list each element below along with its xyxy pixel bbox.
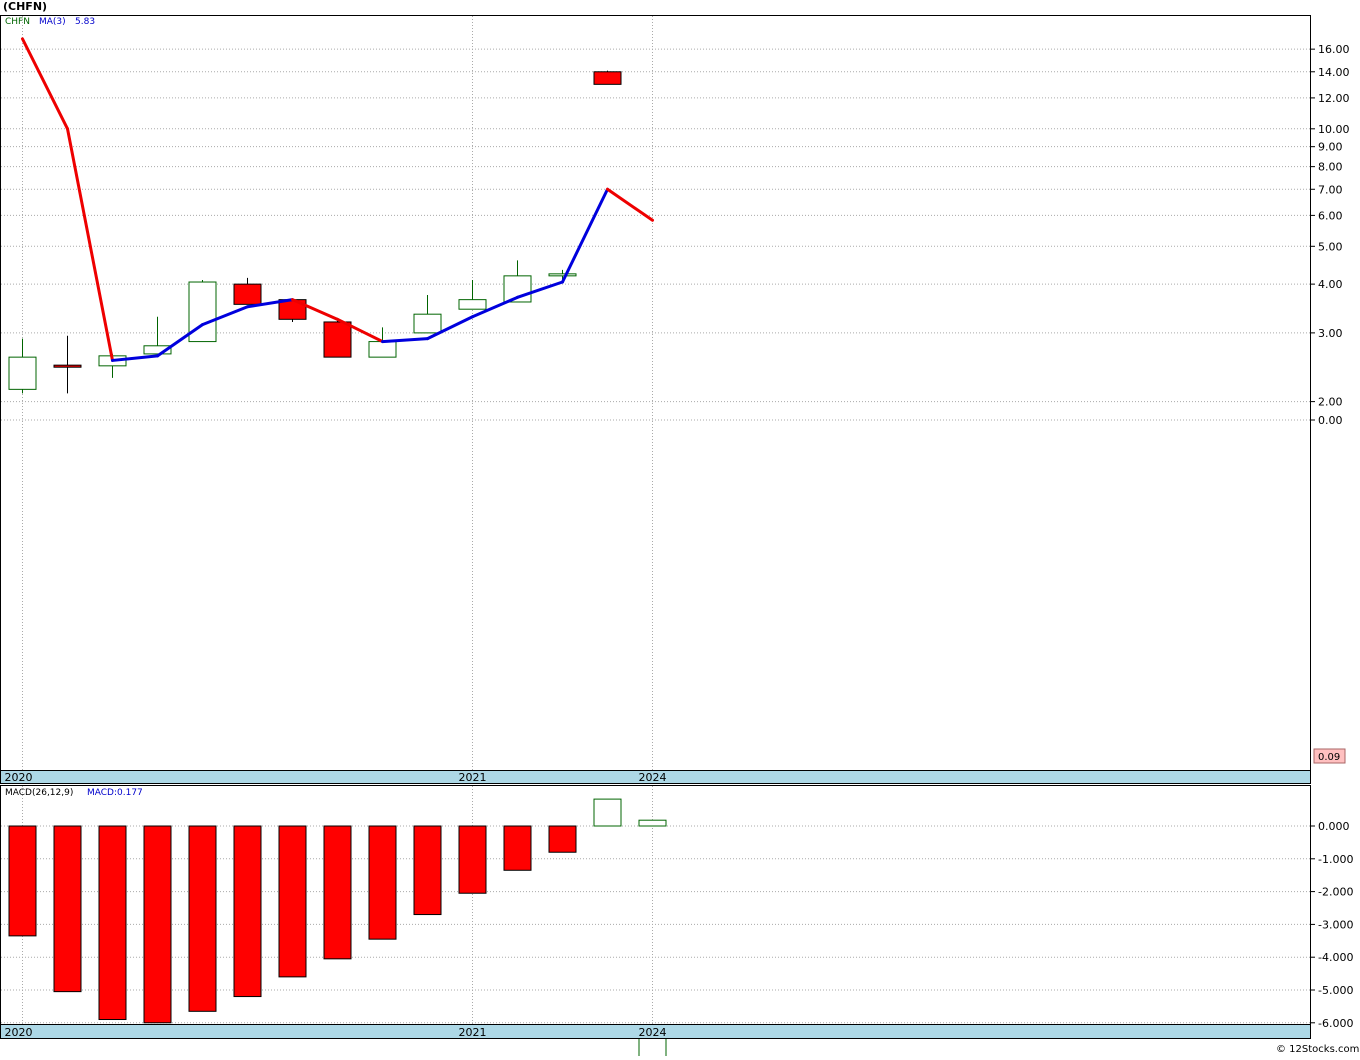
candle-up — [548, 273, 577, 277]
macd-y-tick-label: -6.000 — [1318, 1017, 1353, 1030]
macd-bar-negative — [233, 825, 262, 998]
macd-y-axis: 0.000 -1.000 -2.000 -3.000 -4.000 -5.000 -6.00… — [1310, 820, 1353, 1030]
legend-ma-label: MA(3) — [39, 17, 66, 27]
price-y-tick-label: 10.00 — [1318, 123, 1350, 136]
price-y-tick-label: 0.00 — [1318, 414, 1343, 427]
macd-bar-negative — [188, 825, 217, 1012]
macd-bar-negative — [143, 825, 172, 1024]
watermark: © 12Stocks.com — [1276, 1044, 1359, 1055]
macd-bar-negative — [323, 825, 352, 960]
macd-bar-negative — [368, 825, 397, 940]
macd-bar-negative — [503, 825, 532, 871]
macd-bar-negative — [8, 825, 37, 937]
macd-y-tick-label: -5.000 — [1318, 984, 1353, 997]
legend-macd-label: MACD(26,12,9) — [5, 788, 73, 798]
macd-y-tick-label: -1.000 — [1318, 853, 1353, 866]
macd-y-tick-label: -2.000 — [1318, 886, 1353, 899]
price-y-tick-label: 16.00 — [1318, 43, 1350, 56]
candle-up — [8, 356, 37, 390]
price-x-tick-label: 2021 — [459, 771, 487, 784]
macd-bar-negative — [548, 825, 577, 853]
macd-x-tick-label: 2024 — [639, 1026, 667, 1039]
legend-ma-value: 5.83 — [75, 17, 95, 27]
candle-up — [413, 313, 442, 334]
last-price-badge-text: 0.09 — [1318, 752, 1340, 763]
stock-chart: (CHFN) 16.00 14.00 12.00 10.00 9.00 8.00 7.00 6… — [0, 0, 1360, 1060]
candle-down — [593, 71, 622, 85]
macd-y-tick-label: 0.000 — [1318, 820, 1350, 833]
price-y-tick-label: 6.00 — [1318, 209, 1343, 222]
price-x-tick-label: 2024 — [639, 771, 667, 784]
macd-x-tick-label: 2020 — [5, 1026, 33, 1039]
price-y-tick-label: 4.00 — [1318, 278, 1343, 291]
candle-up — [458, 299, 487, 310]
macd-bar-negative — [458, 825, 487, 894]
legend-macd-value: MACD:0.177 — [87, 788, 143, 798]
macd-bar-negative — [413, 825, 442, 916]
price-y-tick-label: 5.00 — [1318, 240, 1343, 253]
price-x-tick-label: 2020 — [5, 771, 33, 784]
macd-bar-negative — [53, 825, 82, 993]
price-y-tick-label: 14.00 — [1318, 66, 1350, 79]
price-y-tick-label: 3.00 — [1318, 327, 1343, 340]
candle-down — [233, 283, 262, 305]
candle-up — [368, 341, 397, 358]
chart-title: (CHFN) — [3, 0, 47, 13]
macd-bar-negative — [98, 825, 127, 1021]
price-y-tick-label: 9.00 — [1318, 141, 1343, 154]
price-y-axis: 16.00 14.00 12.00 10.00 9.00 8.00 7.00 6.00 5.00… — [1310, 43, 1350, 427]
macd-bar-positive — [593, 798, 622, 827]
candle-down — [323, 321, 352, 358]
macd-bar-positive — [638, 819, 667, 827]
legend-ticker: CHFN — [5, 17, 30, 27]
price-y-tick-label: 12.00 — [1318, 92, 1350, 105]
price-y-tick-label: 7.00 — [1318, 183, 1343, 196]
price-y-tick-label: 2.00 — [1318, 396, 1343, 409]
macd-x-tick-label: 2021 — [459, 1026, 487, 1039]
candle-down — [53, 364, 82, 368]
macd-y-tick-label: -3.000 — [1318, 918, 1353, 931]
chart-canvas: (CHFN) 16.00 14.00 12.00 10.00 9.00 8.00 7.00 6… — [0, 0, 1359, 1060]
price-y-tick-label: 8.00 — [1318, 161, 1343, 174]
macd-y-tick-label: -4.000 — [1318, 951, 1353, 964]
macd-bar-negative — [278, 825, 307, 978]
